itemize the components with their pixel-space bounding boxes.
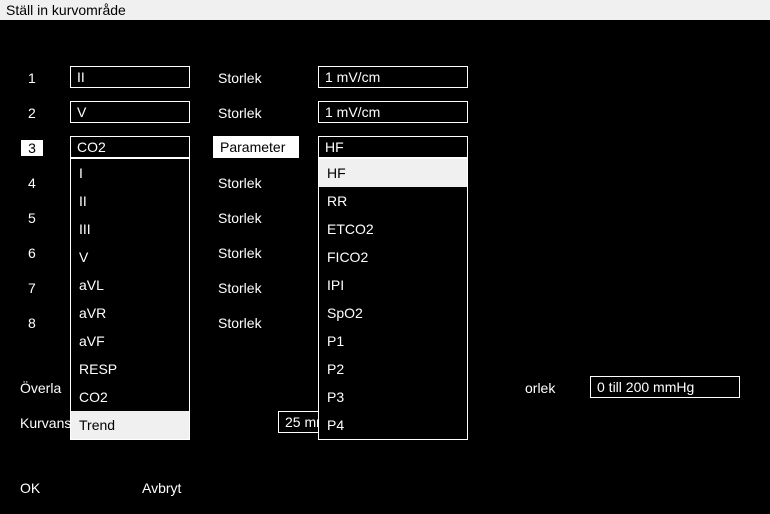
size-label-8: Storlek — [218, 315, 262, 331]
size-value-1: 1 mV/cm — [325, 69, 380, 85]
parameter-dropdown-item[interactable]: IPI — [319, 271, 467, 299]
waveform-dropdown-item[interactable]: RESP — [71, 355, 189, 383]
row-num-2[interactable]: 2 — [28, 105, 48, 121]
parameter-dropdown-item[interactable]: P2 — [319, 355, 467, 383]
parameter-value-3: HF — [325, 139, 344, 155]
parameter-select-3[interactable]: HF — [318, 136, 468, 158]
waveform-dropdown-item[interactable]: V — [71, 243, 189, 271]
row-num-6[interactable]: 6 — [28, 245, 48, 261]
overlap-size-select[interactable]: 0 till 200 mmHg — [590, 376, 740, 398]
ok-button[interactable]: OK — [20, 480, 40, 496]
row-num-8[interactable]: 8 — [28, 315, 48, 331]
waveform-dropdown-item[interactable]: CO2 — [71, 383, 189, 411]
parameter-dropdown-item[interactable]: SpO2 — [319, 299, 467, 327]
waveform-value-2: V — [77, 104, 86, 120]
parameter-dropdown-item[interactable]: HF — [319, 159, 467, 187]
parameter-dropdown-item[interactable]: P4 — [319, 411, 467, 439]
parameter-dropdown-item[interactable]: P1 — [319, 327, 467, 355]
cancel-button[interactable]: Avbryt — [142, 480, 181, 496]
size-label-4: Storlek — [218, 175, 262, 191]
size-label-1: Storlek — [218, 70, 262, 86]
waveform-dropdown-item[interactable]: aVL — [71, 271, 189, 299]
size-value-2: 1 mV/cm — [325, 104, 380, 120]
size-label-2: Storlek — [218, 105, 262, 121]
row-num-5[interactable]: 5 — [28, 210, 48, 226]
waveform-select-3[interactable]: CO2 — [70, 136, 190, 158]
overlap-size-label: orlek — [525, 380, 555, 396]
parameter-dropdown-item[interactable]: RR — [319, 187, 467, 215]
waveform-dropdown-item[interactable]: aVR — [71, 299, 189, 327]
size-select-2[interactable]: 1 mV/cm — [318, 101, 468, 123]
overlap-size-value: 0 till 200 mmHg — [597, 379, 694, 395]
waveform-dropdown-item[interactable]: aVF — [71, 327, 189, 355]
waveform-value-3: CO2 — [77, 139, 106, 155]
size-label-5: Storlek — [218, 210, 262, 226]
parameter-label-text: Parameter — [220, 139, 285, 155]
waveform-dropdown-item[interactable]: Trend — [71, 411, 189, 439]
waveform-dropdown[interactable]: IIIIIIVaVLaVRaVFRESPCO2Trend — [70, 158, 190, 440]
waveform-value-1: II — [77, 69, 85, 85]
parameter-dropdown-item[interactable]: FICO2 — [319, 243, 467, 271]
row-num-4[interactable]: 4 — [28, 175, 48, 191]
waveform-select-2[interactable]: V — [70, 101, 190, 123]
waveform-dropdown-item[interactable]: I — [71, 159, 189, 187]
title-text: Ställ in kurvområde — [6, 2, 126, 18]
title-bar: Ställ in kurvområde — [0, 0, 770, 20]
parameter-dropdown[interactable]: HFRRETCO2FICO2IPISpO2P1P2P3P4 — [318, 158, 468, 440]
dialog-content: 1 2 3 4 5 6 7 8 II V CO2 Storlek Storlek… — [0, 20, 770, 514]
row-num-1[interactable]: 1 — [28, 70, 48, 86]
size-select-1[interactable]: 1 mV/cm — [318, 66, 468, 88]
parameter-label-button[interactable]: Parameter — [213, 136, 299, 158]
parameter-dropdown-item[interactable]: ETCO2 — [319, 215, 467, 243]
waveform-select-1[interactable]: II — [70, 66, 190, 88]
overlap-label: Överla — [20, 380, 61, 396]
size-label-7: Storlek — [218, 280, 262, 296]
row-num-7[interactable]: 7 — [28, 280, 48, 296]
waveform-dropdown-item[interactable]: II — [71, 187, 189, 215]
size-label-6: Storlek — [218, 245, 262, 261]
waveform-dropdown-item[interactable]: III — [71, 215, 189, 243]
row-num-3[interactable]: 3 — [21, 140, 43, 156]
parameter-dropdown-item[interactable]: P3 — [319, 383, 467, 411]
